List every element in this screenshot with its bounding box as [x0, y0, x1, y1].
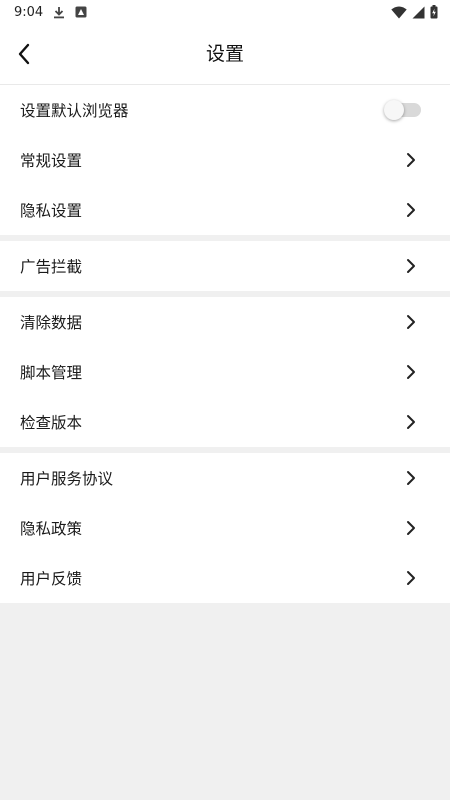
- user-feedback-label: 用户反馈: [20, 570, 83, 588]
- default-browser-label: 设置默认浏览器: [20, 102, 129, 120]
- chevron-right-icon: [406, 314, 416, 330]
- user-agreement-label: 用户服务协议: [20, 470, 114, 488]
- default-browser-toggle[interactable]: [384, 100, 421, 120]
- chevron-right-icon: [406, 364, 416, 380]
- default-browser-row[interactable]: 设置默认浏览器: [0, 85, 450, 135]
- clear-data-label: 清除数据: [20, 314, 83, 332]
- script-management-row[interactable]: 脚本管理: [0, 347, 450, 397]
- check-version-row[interactable]: 检查版本: [0, 397, 450, 447]
- privacy-policy-row[interactable]: 隐私政策: [0, 503, 450, 553]
- download-icon: [53, 6, 65, 19]
- script-management-label: 脚本管理: [20, 364, 83, 382]
- chevron-right-icon: [406, 470, 416, 486]
- chevron-right-icon: [406, 520, 416, 536]
- app-notification-icon: [75, 6, 87, 18]
- toggle-knob: [384, 100, 404, 120]
- signal-icon: [412, 6, 425, 19]
- chevron-right-icon: [406, 258, 416, 274]
- settings-group-general: 设置默认浏览器 常规设置 隐私设置: [0, 85, 450, 235]
- general-settings-row[interactable]: 常规设置: [0, 135, 450, 185]
- settings-group-adblock: 广告拦截: [0, 241, 450, 291]
- clear-data-row[interactable]: 清除数据: [0, 297, 450, 347]
- battery-charging-icon: [430, 5, 438, 19]
- chevron-right-icon: [406, 570, 416, 586]
- status-time: 9:04: [14, 4, 44, 20]
- ad-blocking-label: 广告拦截: [20, 258, 83, 276]
- chevron-right-icon: [406, 414, 416, 430]
- privacy-settings-label: 隐私设置: [20, 202, 83, 220]
- settings-group-about: 用户服务协议 隐私政策 用户反馈: [0, 453, 450, 603]
- settings-list: 设置默认浏览器 常规设置 隐私设置 广告拦截 清除数据 脚本管理 检查版本 用户…: [0, 85, 450, 603]
- settings-group-tools: 清除数据 脚本管理 检查版本: [0, 297, 450, 447]
- back-button[interactable]: [8, 38, 40, 70]
- user-feedback-row[interactable]: 用户反馈: [0, 553, 450, 603]
- ad-blocking-row[interactable]: 广告拦截: [0, 241, 450, 291]
- page-title: 设置: [205, 43, 244, 65]
- chevron-right-icon: [406, 152, 416, 168]
- chevron-right-icon: [406, 202, 416, 218]
- general-settings-label: 常规设置: [20, 152, 83, 170]
- top-app-bar: 设置: [0, 24, 450, 85]
- privacy-settings-row[interactable]: 隐私设置: [0, 185, 450, 235]
- privacy-policy-label: 隐私政策: [20, 520, 83, 538]
- wifi-icon: [391, 6, 407, 19]
- chevron-left-icon: [17, 43, 31, 65]
- user-agreement-row[interactable]: 用户服务协议: [0, 453, 450, 503]
- status-bar: 9:04: [0, 0, 450, 24]
- check-version-label: 检查版本: [20, 414, 83, 432]
